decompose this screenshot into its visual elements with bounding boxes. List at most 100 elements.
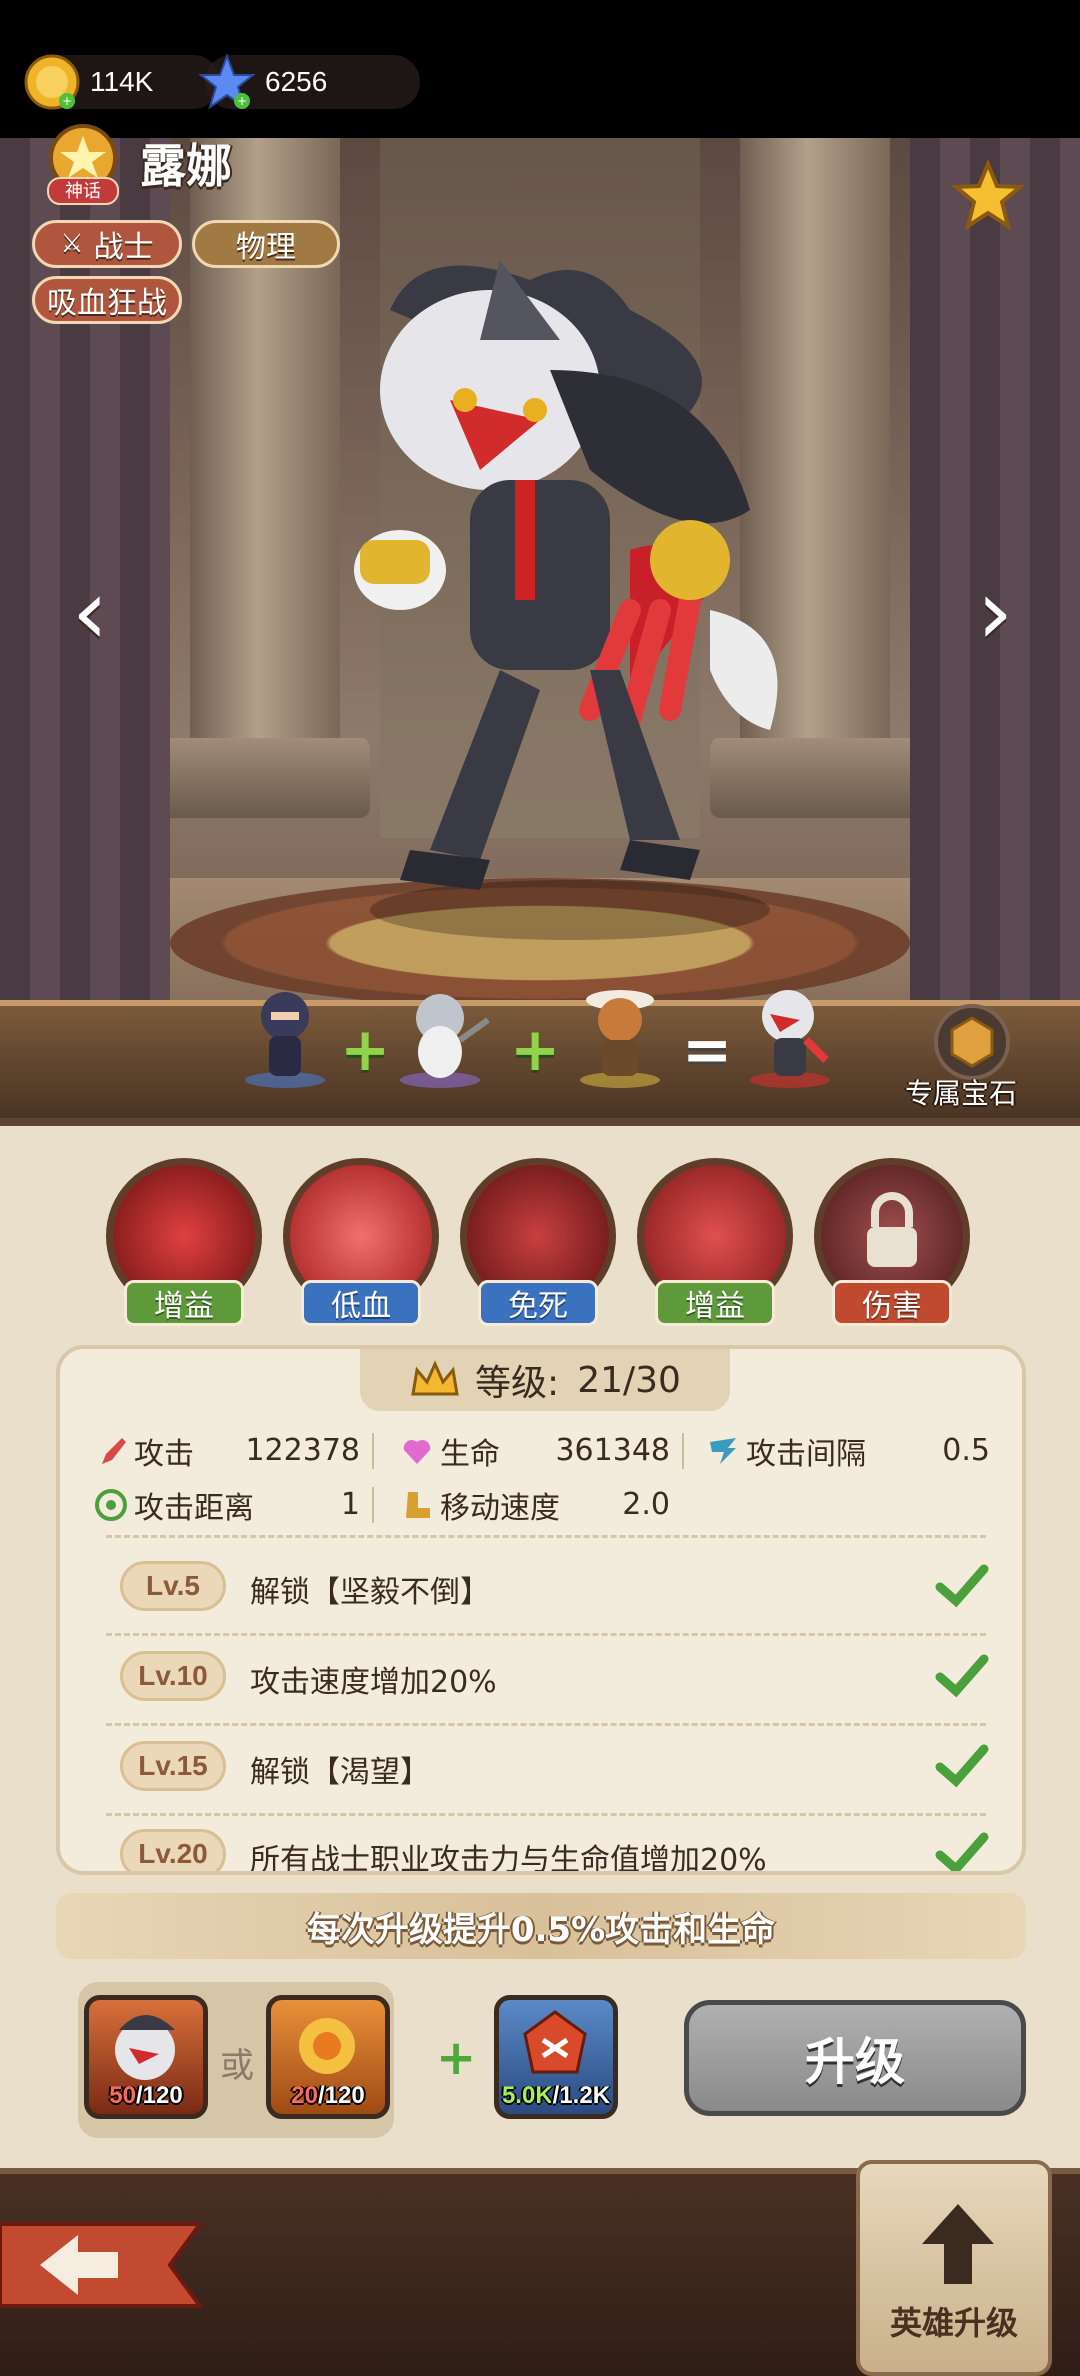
stats-box: 等级: 21/30 攻击 122378 生命 361348 攻击间隔 0.5 攻… (56, 1345, 1026, 1875)
back-arrow-icon[interactable] (0, 2210, 210, 2320)
upgrade-button[interactable]: 升级 (684, 2000, 1026, 2116)
divider (106, 1723, 986, 1726)
damage-type-tag[interactable]: 物理 (192, 220, 340, 268)
unlock-row: Lv.5 解锁【坚毅不倒】 (120, 1557, 990, 1617)
swords-icon: ⚔ (60, 229, 84, 259)
unlock-level-pill: Lv.10 (120, 1651, 226, 1701)
skill-label: 增益 (124, 1280, 244, 1326)
hero-name: 露娜 (140, 139, 232, 193)
divider (106, 1633, 986, 1636)
gold-amount: 114K (90, 66, 154, 97)
divider (106, 1535, 986, 1538)
star-gem-icon: + (197, 52, 257, 112)
level-label: 等级: (475, 1363, 560, 1404)
crown-icon (411, 1360, 459, 1396)
checkmark-icon (935, 1832, 989, 1871)
heart-icon (403, 1440, 431, 1464)
unlock-row: Lv.10 攻击速度增加20% (120, 1647, 990, 1707)
mythic-rank-badge-icon: 神话 (40, 120, 126, 206)
stat-speed: 移动速度 (400, 1483, 560, 1527)
class-tag-label: 战士 (93, 230, 154, 265)
star-gem-counter[interactable]: + 6256 (198, 53, 420, 110)
knight-penguin-unit-icon (400, 994, 490, 1088)
stat-divider (372, 1433, 374, 1469)
ninja-unit-icon (245, 992, 325, 1088)
stat-hp: 生命 (400, 1429, 500, 1473)
unlock-text: 解锁【渴望】 (250, 1755, 430, 1790)
stat-divider (372, 1487, 374, 1523)
boot-icon (406, 1492, 430, 1518)
material-count: 5.0K/1.2K (501, 2082, 611, 2109)
or-label: 或 (220, 2046, 254, 2086)
skill-slot-3[interactable]: 免死 (460, 1158, 616, 1328)
stat-range-value: 1 (340, 1487, 360, 1522)
unlock-level-pill: Lv.20 (120, 1829, 226, 1871)
luna-shard-icon (115, 2015, 175, 2080)
hero-shard-item[interactable]: 50/120 (84, 1995, 208, 2119)
stat-divider (682, 1433, 684, 1469)
checkmark-icon (935, 1564, 989, 1608)
next-hero-arrow-icon[interactable]: › (960, 568, 1030, 658)
wing-icon (710, 1438, 736, 1464)
divider (106, 1813, 986, 1816)
svg-text:+: + (62, 94, 72, 108)
skill-label: 低血 (301, 1280, 421, 1326)
luna-result-unit-icon (750, 990, 830, 1088)
stat-attack: 攻击 (94, 1429, 194, 1473)
stat-interval: 攻击间隔 (706, 1429, 866, 1473)
universal-shard-count: 20/120 (291, 2082, 365, 2109)
stat-speed-value: 2.0 (622, 1487, 670, 1522)
stat-interval-value: 0.5 (942, 1433, 990, 1468)
plus-icon: + (510, 1015, 561, 1085)
rank-badge-text: 神话 (65, 181, 101, 202)
trait-tag[interactable]: 吸血狂战 (32, 276, 182, 324)
skill-label: 增益 (655, 1280, 775, 1326)
unlock-row: Lv.20 所有战士职业攻击力与生命值增加20% (120, 1825, 990, 1875)
stat-attack-label: 攻击 (134, 1437, 194, 1472)
plus-icon: + (436, 2030, 477, 2086)
skill-slot-1[interactable]: 增益 (106, 1158, 262, 1328)
exclusive-gem-button-icon[interactable] (918, 1000, 1026, 1080)
checkmark-icon (935, 1654, 989, 1698)
hero-title: 神话 露娜 (40, 120, 232, 206)
target-icon (95, 1489, 127, 1521)
bell-fist-icon (299, 2018, 355, 2074)
unlock-row: Lv.15 解锁【渴望】 (120, 1737, 990, 1797)
unlock-text: 解锁【坚毅不倒】 (250, 1575, 490, 1610)
unlock-text: 攻击速度增加20% (250, 1665, 497, 1700)
red-stone-icon (523, 2010, 587, 2074)
stat-interval-label: 攻击间隔 (746, 1437, 866, 1472)
unlock-text: 所有战士职业攻击力与生命值增加20% (250, 1843, 767, 1875)
cowboy-unit-icon (580, 990, 660, 1088)
exclusive-gem-label[interactable]: 专属宝石 (905, 1072, 1017, 1112)
checkmark-icon (935, 1744, 989, 1788)
equals-icon: = (682, 1015, 733, 1085)
class-tag[interactable]: ⚔ 战士 (32, 220, 182, 268)
gold-counter[interactable]: + 114K (24, 54, 220, 110)
stat-speed-label: 移动速度 (440, 1491, 560, 1526)
svg-text:+: + (237, 94, 247, 108)
gem-amount: 6256 (265, 66, 328, 97)
skill-slot-2[interactable]: 低血 (283, 1158, 439, 1328)
hero-character-portrait (354, 260, 778, 940)
stat-hp-label: 生命 (440, 1437, 500, 1472)
skill-slot-5-locked[interactable]: 伤害 (814, 1158, 970, 1328)
hero-upgrade-tab[interactable]: 英雄升级 (856, 2160, 1052, 2376)
skill-label: 伤害 (832, 1280, 952, 1326)
stat-hp-value: 361348 (555, 1433, 670, 1468)
skill-label: 免死 (478, 1280, 598, 1326)
upgrade-arrow-icon (922, 2204, 994, 2284)
stat-range: 攻击距离 (94, 1483, 254, 1527)
skill-slot-4[interactable]: 增益 (637, 1158, 793, 1328)
level-value: 21/30 (577, 1359, 681, 1401)
universal-shard-item[interactable]: 20/120 (266, 1995, 390, 2119)
hero-upgrade-label: 英雄升级 (889, 2304, 1018, 2342)
upgrade-material-item[interactable]: 5.0K/1.2K (494, 1995, 618, 2119)
sword-icon (102, 1438, 126, 1464)
previous-hero-arrow-icon[interactable]: ‹ (55, 568, 125, 658)
gold-coin-icon: + (22, 52, 82, 112)
stat-range-label: 攻击距离 (134, 1491, 254, 1526)
favorite-star-icon[interactable] (952, 160, 1024, 232)
level-header: 等级: 21/30 (360, 1349, 730, 1411)
plus-icon: + (340, 1015, 391, 1085)
